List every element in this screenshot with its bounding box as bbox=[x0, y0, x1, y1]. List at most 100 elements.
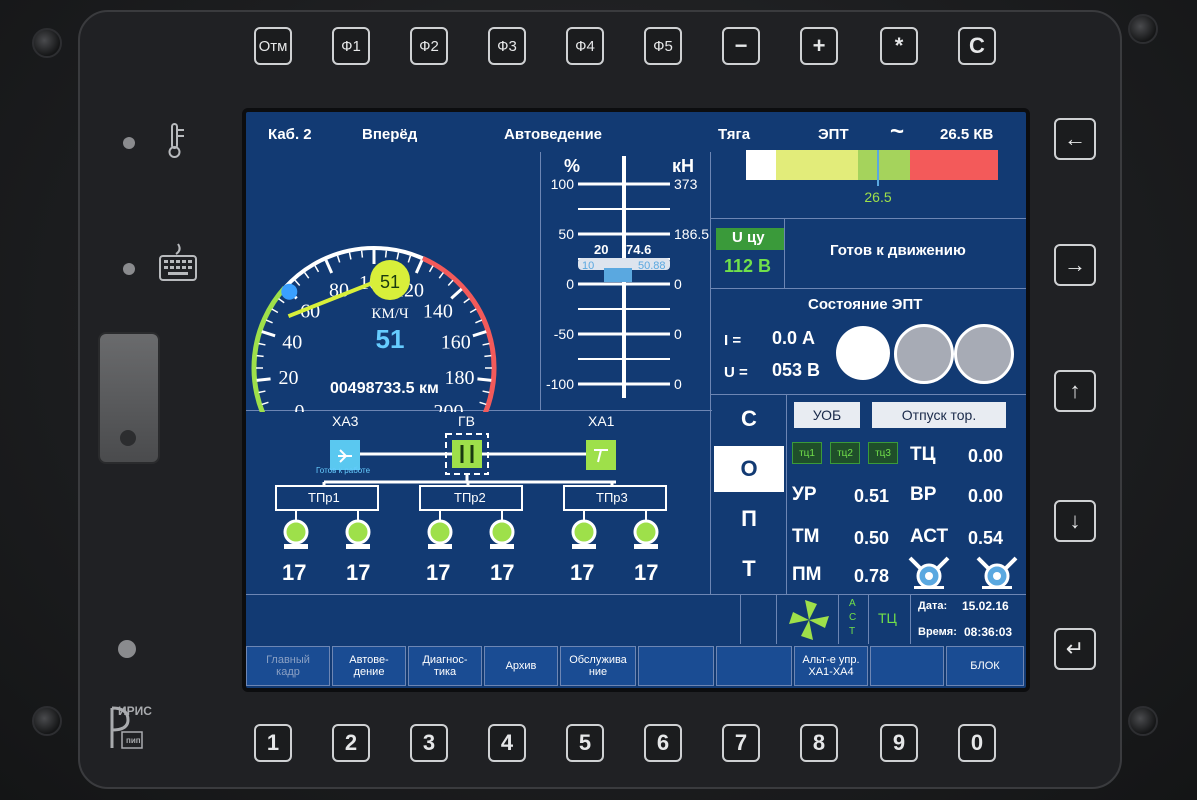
softkey-label-line1: Автове- bbox=[349, 654, 389, 666]
softkey-9[interactable]: БЛОК bbox=[946, 646, 1024, 686]
bezel-key-top-5[interactable]: Ф5 bbox=[644, 27, 682, 65]
bezel-key-top-7[interactable]: + bbox=[800, 27, 838, 65]
brake-release-button[interactable]: Отпуск тор. bbox=[872, 402, 1006, 428]
bezel-key-side-3[interactable]: ↓ bbox=[1054, 500, 1096, 542]
speed-tick-label: 160 bbox=[441, 331, 471, 353]
catenary-voltage: 26.5 КВ bbox=[940, 126, 994, 143]
card-slot-latch[interactable] bbox=[98, 332, 160, 464]
pressure-value-0: 0.00 bbox=[968, 446, 1004, 466]
speed-tick bbox=[278, 298, 285, 304]
bezel-key-digit-9[interactable]: 9 bbox=[880, 724, 918, 762]
speed-limit-marker bbox=[281, 283, 298, 300]
bezel-key-top-9[interactable]: С bbox=[958, 27, 996, 65]
u-cu-value: 112 В bbox=[724, 256, 772, 276]
bezel-key-top-4[interactable]: Ф4 bbox=[566, 27, 604, 65]
bezel-key-digit-0[interactable]: 0 bbox=[958, 724, 996, 762]
mode-label: Автоведение bbox=[504, 126, 603, 143]
bezel-key-digit-1[interactable]: 1 bbox=[254, 724, 292, 762]
indicator-led-power bbox=[118, 640, 136, 658]
bezel-key-digit-8[interactable]: 8 bbox=[800, 724, 838, 762]
indicator-led-temperature bbox=[123, 137, 135, 149]
speed-tick-label: 0 bbox=[295, 401, 305, 412]
traction-motor-icon bbox=[427, 519, 453, 545]
brake-cylinder-indicator-1: тц1 bbox=[792, 442, 822, 464]
screw-bottom-right bbox=[1128, 706, 1158, 736]
pressure-value-4: 0.54 bbox=[968, 528, 1004, 548]
softkey-2[interactable]: Диагнос-тика bbox=[408, 646, 482, 686]
softkey-1[interactable]: Автове-дение bbox=[332, 646, 406, 686]
direction-label: Вперёд bbox=[362, 126, 418, 143]
speed-tick bbox=[477, 377, 492, 382]
speed-tick-label: 20 bbox=[278, 367, 298, 389]
voltage-zone-yellow bbox=[776, 150, 858, 180]
brake-mode-1[interactable]: О bbox=[714, 446, 784, 492]
bezel-key-side-1[interactable]: → bbox=[1054, 244, 1096, 286]
ept-current-value: 0.0 А bbox=[772, 328, 816, 348]
speed-tick bbox=[324, 259, 334, 274]
bezel-key-top-0[interactable]: Отм bbox=[254, 27, 292, 65]
speed-tick bbox=[438, 272, 444, 279]
screw-top-left bbox=[32, 28, 62, 58]
force-right-unit: кН bbox=[672, 156, 694, 176]
force-left-tick: 0 bbox=[566, 276, 574, 292]
softkey-5[interactable] bbox=[638, 646, 714, 686]
xa1-switch-icon[interactable] bbox=[586, 440, 616, 470]
softkey-8[interactable] bbox=[870, 646, 944, 686]
u-cu-label: U цу bbox=[732, 229, 765, 246]
bezel-key-digit-7[interactable]: 7 bbox=[722, 724, 760, 762]
pressure-value-2: 0.00 bbox=[968, 486, 1004, 506]
tpr1-label: ТПр1 bbox=[308, 490, 340, 505]
motor-3-value: 17 bbox=[426, 560, 451, 585]
bezel-key-top-2[interactable]: Ф2 bbox=[410, 27, 448, 65]
bezel-key-top-6[interactable]: − bbox=[722, 27, 760, 65]
bezel-key-top-1[interactable]: Ф1 bbox=[332, 27, 370, 65]
indicator-led-keyboard bbox=[123, 263, 135, 275]
force-kn-value: 74.6 bbox=[626, 242, 651, 257]
softkey-6[interactable] bbox=[716, 646, 792, 686]
speed-tick bbox=[428, 265, 434, 273]
bezel-key-side-0[interactable]: ← bbox=[1054, 118, 1096, 160]
pressure-label-4: АСТ bbox=[910, 526, 949, 547]
bezel-key-digit-6[interactable]: 6 bbox=[644, 724, 682, 762]
time-value: 08:36:03 bbox=[964, 625, 1013, 639]
bezel-key-top-8[interactable]: * bbox=[880, 27, 918, 65]
gv-breaker-icon[interactable] bbox=[452, 440, 482, 468]
softkey-4[interactable]: Обслужива ние bbox=[560, 646, 636, 686]
bezel-key-digit-4[interactable]: 4 bbox=[488, 724, 526, 762]
date-value: 15.02.16 bbox=[962, 599, 1009, 613]
ept-state-title: Состояние ЭПТ bbox=[808, 296, 923, 313]
pressure-label-5: ПМ bbox=[792, 564, 822, 585]
thermometer-icon bbox=[168, 123, 184, 158]
compressor-2-icon bbox=[976, 556, 1018, 589]
speed-tick bbox=[484, 354, 492, 358]
uob-button[interactable]: УОБ bbox=[794, 402, 860, 428]
bezel-key-top-3[interactable]: Ф3 bbox=[488, 27, 526, 65]
force-right-tick: 0 bbox=[674, 376, 682, 392]
traction-motor-icon bbox=[345, 519, 371, 545]
bezel-key-side-4[interactable]: ↵ bbox=[1054, 628, 1096, 670]
bezel-key-digit-3[interactable]: 3 bbox=[410, 724, 448, 762]
brake-mode-0[interactable]: С bbox=[714, 396, 784, 442]
date-label: Дата: bbox=[918, 600, 948, 612]
tpr3-label: ТПр3 bbox=[596, 490, 628, 505]
screw-top-right bbox=[1128, 14, 1158, 44]
motor-2-value: 17 bbox=[346, 560, 371, 585]
force-percent-value-2: 10 bbox=[582, 260, 594, 272]
speed-tick bbox=[407, 255, 412, 263]
ast-letter-t: Т bbox=[849, 626, 856, 637]
brake-mode-3[interactable]: Т bbox=[714, 546, 784, 592]
bezel-key-digit-5[interactable]: 5 bbox=[566, 724, 604, 762]
bezel-key-side-2[interactable]: ↑ bbox=[1054, 370, 1096, 412]
pressure-label-3: ТМ bbox=[792, 526, 820, 547]
speed-tick bbox=[463, 298, 470, 304]
brake-mode-2[interactable]: П bbox=[714, 496, 784, 542]
bezel-key-digit-2[interactable]: 2 bbox=[332, 724, 370, 762]
softkey-7[interactable]: Альт-е упр. ХА1-ХА4 bbox=[794, 646, 868, 686]
speed-tick bbox=[258, 342, 266, 346]
compressor-1-icon bbox=[908, 556, 950, 589]
speed-tick bbox=[261, 330, 276, 338]
softkey-0[interactable]: Главный кадр bbox=[246, 646, 330, 686]
brake-cylinder-indicator-2: тц2 bbox=[830, 442, 860, 464]
softkey-3[interactable]: Архив bbox=[484, 646, 558, 686]
pressure-label-0: ТЦ bbox=[910, 444, 936, 465]
